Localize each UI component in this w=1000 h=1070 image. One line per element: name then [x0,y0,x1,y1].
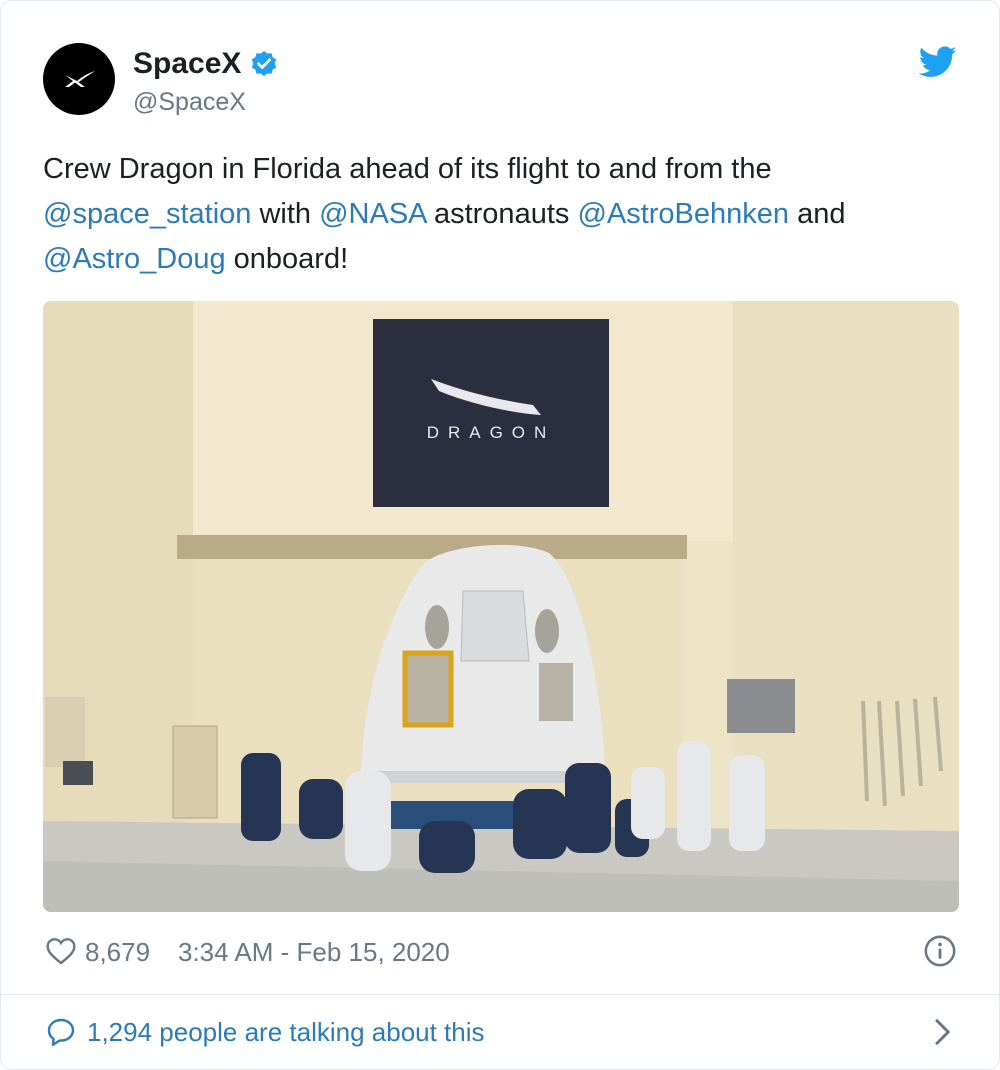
like-count[interactable]: 8,679 [85,935,150,969]
display-name[interactable]: SpaceX [133,45,241,83]
divider [1,994,1000,995]
mention-link[interactable]: @space_station [43,198,251,230]
chevron-right-icon[interactable] [929,1017,955,1047]
mention-link[interactable]: @AstroBehnken [577,198,789,230]
info-icon[interactable] [923,934,957,968]
tweet-text-segment: with [251,198,320,230]
spacex-logo-icon [65,71,95,87]
tweet-card: SpaceX @SpaceX Crew Dragon in Florida ah… [0,0,1000,1070]
verified-badge-icon [252,50,277,77]
tweet-timestamp[interactable]: 3:34 AM - Feb 15, 2020 [178,935,450,969]
heart-icon[interactable] [45,935,77,967]
crew-dragon-photo: DRAGON [43,301,959,912]
tweet-text-segment: Crew Dragon in Florida ahead of its flig… [43,153,772,185]
author-name-row[interactable]: SpaceX [133,45,279,83]
speech-bubble-icon[interactable] [45,1016,77,1048]
tweet-text-segment: astronauts [425,198,578,230]
avatar[interactable] [43,43,115,115]
tweet-photo[interactable]: DRAGON [43,301,959,912]
tweet-text-segment: onboard! [225,243,349,275]
mention-link[interactable]: @Astro_Doug [43,243,226,275]
conversation-link[interactable]: 1,294 people are talking about this [87,1015,485,1049]
twitter-bird-icon[interactable] [919,45,957,79]
author-handle[interactable]: @SpaceX [133,85,246,119]
tweet-text: Crew Dragon in Florida ahead of its flig… [43,147,963,282]
tweet-text-segment: and [789,198,846,230]
mention-link[interactable]: @NASA [319,198,426,230]
banner-text: DRAGON [427,423,556,442]
